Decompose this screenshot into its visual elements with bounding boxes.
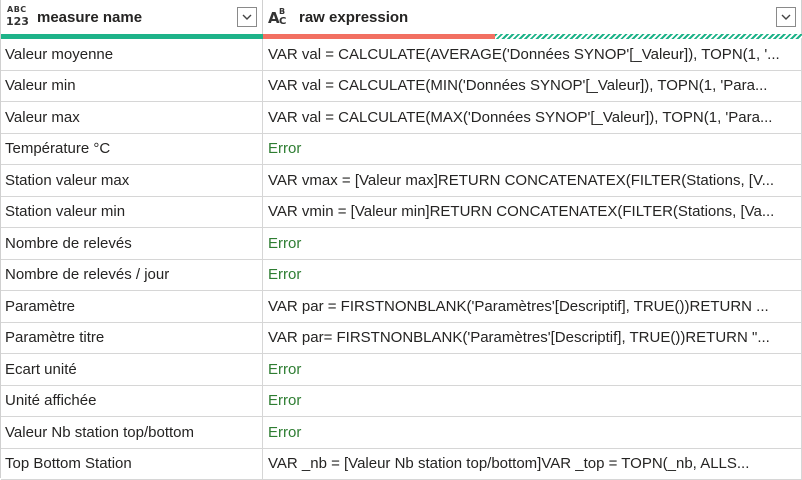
table-row[interactable]: Paramètre titreVAR par= FIRSTNONBLANK('P… <box>1 323 802 355</box>
abc-type-icon[interactable]: A B C <box>267 5 295 29</box>
measure-name-cell[interactable]: Valeur min <box>1 71 263 102</box>
error-cell[interactable]: Error <box>263 354 802 385</box>
table-row[interactable]: Unité affichéeError <box>1 386 802 418</box>
table-row[interactable]: ParamètreVAR par = FIRSTNONBLANK('Paramè… <box>1 291 802 323</box>
table-row[interactable]: Ecart unitéError <box>1 354 802 386</box>
table-row[interactable]: Nombre de relevés / jourError <box>1 260 802 292</box>
measure-name-cell[interactable]: Top Bottom Station <box>1 449 263 480</box>
raw-expression-cell[interactable]: VAR val = CALCULATE(AVERAGE('Données SYN… <box>263 39 802 70</box>
raw-expression-cell[interactable]: VAR vmax = [Valeur max]RETURN CONCATENAT… <box>263 165 802 196</box>
error-cell[interactable]: Error <box>263 386 802 417</box>
error-cell[interactable]: Error <box>263 417 802 448</box>
filter-dropdown-button[interactable] <box>776 7 796 27</box>
measure-name-cell[interactable]: Température °C <box>1 134 263 165</box>
measure-name-cell[interactable]: Valeur max <box>1 102 263 133</box>
table-row[interactable]: Valeur Nb station top/bottomError <box>1 417 802 449</box>
column-header-row: ABC 123 measure name A B C raw expressio… <box>1 0 802 34</box>
column-header-measure-name[interactable]: ABC 123 measure name <box>1 0 263 34</box>
abc-123-type-icon[interactable]: ABC 123 <box>5 5 33 29</box>
chevron-down-icon <box>781 14 791 20</box>
column-header-label: measure name <box>37 9 237 26</box>
measure-name-cell[interactable]: Valeur moyenne <box>1 39 263 70</box>
table-row[interactable]: Station valeur maxVAR vmax = [Valeur max… <box>1 165 802 197</box>
raw-expression-cell[interactable]: VAR _nb = [Valeur Nb station top/bottom]… <box>263 449 802 480</box>
table-row[interactable]: Nombre de relevésError <box>1 228 802 260</box>
measure-name-cell[interactable]: Station valeur max <box>1 165 263 196</box>
column-header-raw-expression[interactable]: A B C raw expression <box>263 0 802 34</box>
measure-name-cell[interactable]: Valeur Nb station top/bottom <box>1 417 263 448</box>
table-body: Valeur moyenneVAR val = CALCULATE(AVERAG… <box>1 39 802 480</box>
table-row[interactable]: Température °CError <box>1 134 802 166</box>
measure-name-cell[interactable]: Nombre de relevés <box>1 228 263 259</box>
measure-name-cell[interactable]: Station valeur min <box>1 197 263 228</box>
measure-name-cell[interactable]: Ecart unité <box>1 354 263 385</box>
table-row[interactable]: Valeur maxVAR val = CALCULATE(MAX('Donné… <box>1 102 802 134</box>
error-cell[interactable]: Error <box>263 228 802 259</box>
data-grid: ABC 123 measure name A B C raw expressio… <box>0 0 802 478</box>
raw-expression-cell[interactable]: VAR par = FIRSTNONBLANK('Paramètres'[Des… <box>263 291 802 322</box>
filter-dropdown-button[interactable] <box>237 7 257 27</box>
chevron-down-icon <box>242 14 252 20</box>
measure-name-cell[interactable]: Nombre de relevés / jour <box>1 260 263 291</box>
raw-expression-cell[interactable]: VAR val = CALCULATE(MAX('Données SYNOP'[… <box>263 102 802 133</box>
raw-expression-cell[interactable]: VAR val = CALCULATE(MIN('Données SYNOP'[… <box>263 71 802 102</box>
error-cell[interactable]: Error <box>263 134 802 165</box>
error-cell[interactable]: Error <box>263 260 802 291</box>
table-row[interactable]: Station valeur minVAR vmin = [Valeur min… <box>1 197 802 229</box>
raw-expression-cell[interactable]: VAR vmin = [Valeur min]RETURN CONCATENAT… <box>263 197 802 228</box>
table-row[interactable]: Valeur moyenneVAR val = CALCULATE(AVERAG… <box>1 39 802 71</box>
column-header-label: raw expression <box>299 9 776 26</box>
raw-expression-cell[interactable]: VAR par= FIRSTNONBLANK('Paramètres'[Desc… <box>263 323 802 354</box>
table-row[interactable]: Valeur minVAR val = CALCULATE(MIN('Donné… <box>1 71 802 103</box>
measure-name-cell[interactable]: Paramètre titre <box>1 323 263 354</box>
measure-name-cell[interactable]: Paramètre <box>1 291 263 322</box>
measure-name-cell[interactable]: Unité affichée <box>1 386 263 417</box>
table-row[interactable]: Top Bottom StationVAR _nb = [Valeur Nb s… <box>1 449 802 480</box>
